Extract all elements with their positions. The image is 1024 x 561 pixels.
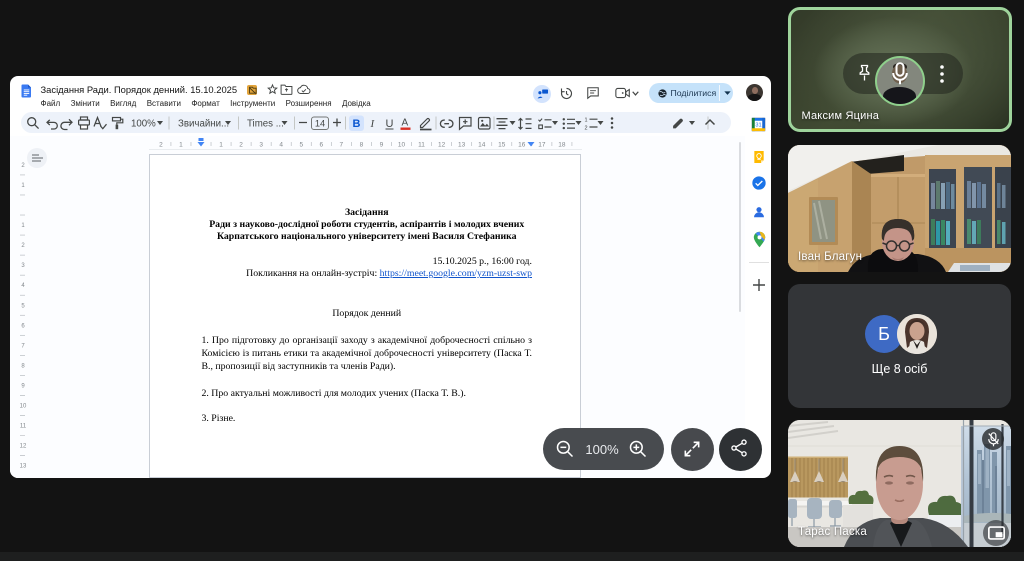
svg-text:1: 1 [21, 183, 25, 189]
svg-text:10: 10 [398, 142, 406, 149]
svg-text:13: 13 [458, 142, 466, 149]
svg-text:A: A [402, 118, 409, 129]
svg-text:8: 8 [21, 363, 25, 369]
svg-text:4: 4 [279, 142, 283, 149]
svg-text:11: 11 [418, 142, 425, 149]
svg-text:7: 7 [340, 142, 344, 149]
svg-text:2: 2 [239, 142, 243, 149]
svg-text:17: 17 [538, 142, 546, 149]
svg-text:1: 1 [179, 142, 183, 149]
svg-text:1: 1 [219, 142, 223, 149]
svg-text:8: 8 [360, 142, 364, 149]
svg-text:B: B [353, 118, 361, 130]
svg-text:2: 2 [159, 142, 163, 149]
svg-text:9: 9 [21, 383, 25, 389]
svg-text:2: 2 [585, 126, 588, 132]
svg-text:9: 9 [380, 142, 384, 149]
svg-text:Times ...: Times ... [247, 119, 284, 130]
svg-text:I: I [370, 118, 376, 130]
svg-text:10: 10 [20, 404, 27, 410]
svg-text:13: 13 [20, 464, 27, 470]
svg-text:12: 12 [438, 142, 446, 149]
svg-text:6: 6 [319, 142, 323, 149]
svg-text:12: 12 [20, 444, 27, 450]
svg-text:16: 16 [518, 142, 526, 149]
svg-text:4: 4 [21, 283, 25, 289]
svg-text:5: 5 [21, 303, 25, 309]
svg-text:Звичайни...: Звичайни... [178, 119, 229, 130]
svg-text:U: U [386, 118, 394, 130]
svg-text:100%: 100% [131, 119, 156, 130]
svg-text:3: 3 [259, 142, 263, 149]
svg-text:5: 5 [299, 142, 303, 149]
svg-text:14: 14 [478, 142, 486, 149]
svg-text:2: 2 [21, 243, 25, 249]
svg-text:1: 1 [21, 223, 25, 229]
svg-text:6: 6 [21, 323, 25, 329]
svg-text:7: 7 [21, 343, 25, 349]
svg-text:2: 2 [21, 163, 25, 169]
svg-text:11: 11 [20, 424, 27, 430]
svg-text:3: 3 [21, 263, 25, 269]
svg-text:1: 1 [585, 118, 588, 124]
svg-text:15: 15 [498, 142, 506, 149]
svg-text:31: 31 [755, 123, 761, 129]
svg-text:18: 18 [558, 142, 566, 149]
svg-text:14: 14 [315, 119, 325, 129]
